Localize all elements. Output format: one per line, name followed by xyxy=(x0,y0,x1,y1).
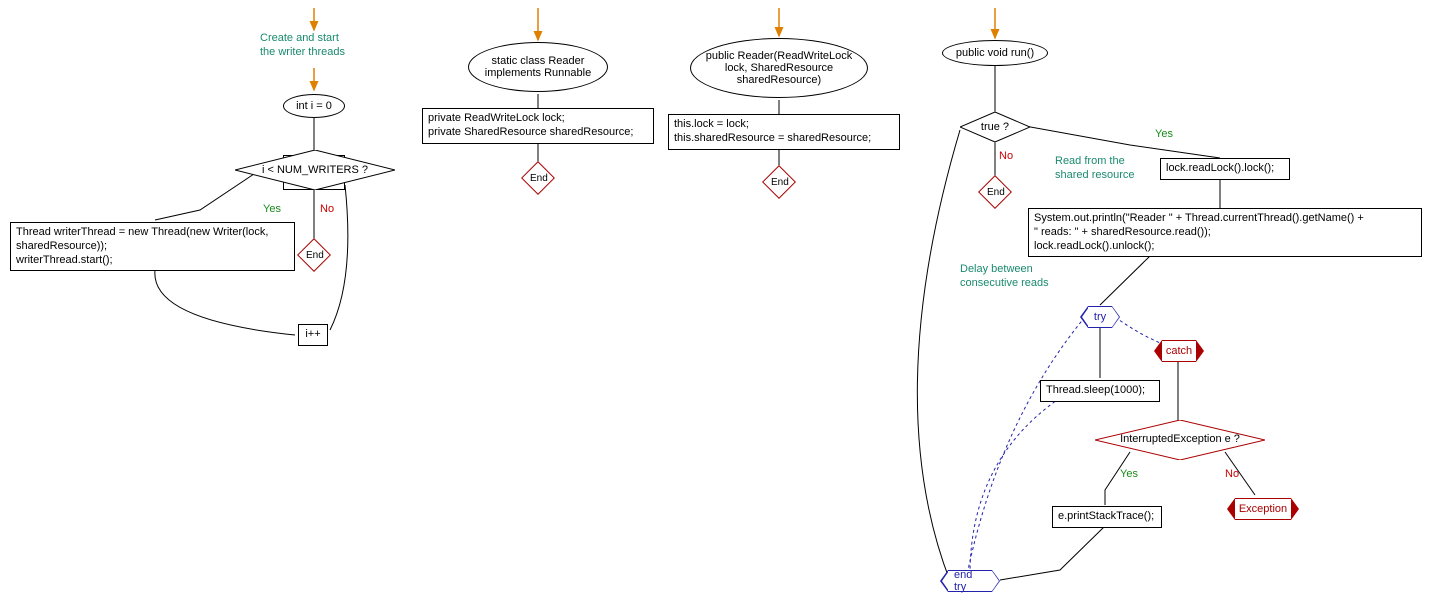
true-cond: true ? xyxy=(970,118,1020,136)
end-text-4: End xyxy=(987,187,1005,198)
endtry-node: end try xyxy=(948,570,992,592)
cond-writers: i < NUM_WRITERS ? xyxy=(250,160,380,180)
init-node: int i = 0 xyxy=(283,94,345,118)
endtry-text: end try xyxy=(954,569,986,593)
end-text-2: End xyxy=(530,173,548,184)
print-stacktrace: e.printStackTrace(); xyxy=(1052,506,1162,528)
reader-fields: private ReadWriteLock lock;private Share… xyxy=(422,108,654,144)
reader-ctor-title: public Reader(ReadWriteLocklock, SharedR… xyxy=(690,38,868,98)
try-text: try xyxy=(1094,311,1106,323)
incr-node: i++ xyxy=(298,324,328,346)
try-node: try xyxy=(1088,306,1112,328)
run-text: public void run() xyxy=(956,47,1034,59)
yes-label-4: Yes xyxy=(1155,128,1173,140)
exception-text: Exception xyxy=(1239,503,1287,515)
init-text: int i = 0 xyxy=(296,100,332,112)
end-text-1: End xyxy=(306,250,324,261)
thread-sleep: Thread.sleep(1000); xyxy=(1040,380,1160,402)
writer-thread-body: Thread writerThread = new Thread(new Wri… xyxy=(10,222,295,271)
comment-delay: Delay betweenconsecutive reads xyxy=(960,263,1049,291)
end-text-3: End xyxy=(771,177,789,188)
reader-class-title: static class Readerimplements Runnable xyxy=(468,42,608,92)
comment-read-shared: Read from theshared resource xyxy=(1055,155,1135,183)
no-label-4: No xyxy=(999,150,1013,162)
exception-node: Exception xyxy=(1235,498,1291,520)
reader-ctor-body: this.lock = lock;this.sharedResource = s… xyxy=(668,114,900,150)
reader-ctor-text: public Reader(ReadWriteLocklock, SharedR… xyxy=(706,50,853,86)
reader-class-text: static class Readerimplements Runnable xyxy=(485,55,591,79)
run-title: public void run() xyxy=(942,40,1048,66)
catch-node: catch xyxy=(1162,340,1196,362)
catch-text: catch xyxy=(1166,345,1192,357)
no-label-1: No xyxy=(320,203,334,215)
exc-yes: Yes xyxy=(1120,468,1138,480)
interrupted-cond: InterruptedException e ? xyxy=(1110,430,1250,448)
reader-println-body: System.out.println("Reader " + Thread.cu… xyxy=(1028,208,1422,257)
exc-no: No xyxy=(1225,468,1239,480)
readlock-lock: lock.readLock().lock(); xyxy=(1160,158,1290,180)
yes-label-1: Yes xyxy=(263,203,281,215)
comment-create-writers: Create and startthe writer threads xyxy=(260,32,345,60)
